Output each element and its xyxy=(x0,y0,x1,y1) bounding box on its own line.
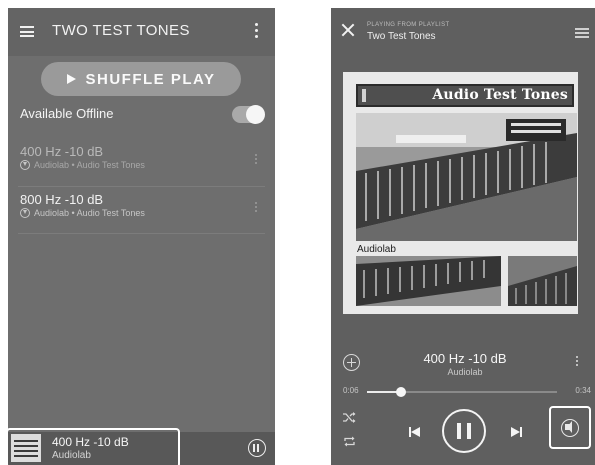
skip-next-icon[interactable] xyxy=(511,426,523,438)
play-icon xyxy=(66,74,76,84)
track-title: 400 Hz -10 dB xyxy=(20,144,104,159)
queue-list-icon[interactable] xyxy=(575,28,589,40)
track-row[interactable]: 400 Hz -10 dB Audiolab • Audio Test Tone… xyxy=(8,139,275,185)
toggle-knob xyxy=(246,105,265,124)
track-title: 800 Hz -10 dB xyxy=(20,192,104,207)
download-icon xyxy=(20,160,30,170)
available-offline-toggle[interactable] xyxy=(232,105,265,124)
highlight-box xyxy=(8,428,180,465)
play-pause-button[interactable] xyxy=(442,409,486,453)
time-elapsed: 0:06 xyxy=(343,386,359,395)
download-icon xyxy=(20,208,30,218)
track-subtitle-text: Audiolab • Audio Test Tones xyxy=(34,160,145,170)
progress-thumb[interactable] xyxy=(396,387,407,397)
track-more-icon[interactable] xyxy=(255,202,257,214)
track-more-icon[interactable] xyxy=(255,154,257,166)
repeat-icon[interactable] xyxy=(343,436,356,447)
track-subtitle: Audiolab • Audio Test Tones xyxy=(20,160,145,170)
mixing-console-image xyxy=(508,256,577,306)
now-playing-artist: Audiolab xyxy=(447,367,483,377)
more-vertical-icon[interactable] xyxy=(255,23,258,41)
progress-bar[interactable] xyxy=(367,387,557,397)
mini-player[interactable]: 400 Hz -10 dB Audiolab xyxy=(8,428,275,465)
now-playing-screen: PLAYING FROM PLAYLIST Two Test Tones Aud… xyxy=(331,8,595,465)
track-subtitle: Audiolab • Audio Test Tones xyxy=(20,208,145,218)
playlist-header: TWO TEST TONES xyxy=(8,8,275,56)
close-icon[interactable] xyxy=(341,23,355,37)
mixing-console-image xyxy=(356,113,577,241)
album-art-title: Audio Test Tones xyxy=(432,87,568,103)
now-playing-title: 400 Hz -10 dB xyxy=(423,351,507,366)
pause-icon xyxy=(457,423,461,439)
track-row[interactable]: 800 Hz -10 dB Audiolab • Audio Test Tone… xyxy=(8,187,275,233)
playlist-screen: TWO TEST TONES SHUFFLE PLAY Available Of… xyxy=(8,8,275,465)
track-subtitle-text: Audiolab • Audio Test Tones xyxy=(34,208,145,218)
add-icon[interactable] xyxy=(343,354,360,371)
time-total: 0:34 xyxy=(575,386,591,395)
menu-icon[interactable] xyxy=(20,26,34,37)
album-art-header: Audio Test Tones xyxy=(356,84,574,107)
connect-device-icon[interactable] xyxy=(561,419,579,437)
shuffle-icon[interactable] xyxy=(343,412,356,423)
playlist-title: TWO TEST TONES xyxy=(52,22,190,39)
more-vertical-icon[interactable] xyxy=(576,356,578,368)
album-art: Audio Test Tones Audiolab xyxy=(343,72,578,314)
playlist-name: Two Test Tones xyxy=(367,31,436,42)
pause-icon[interactable] xyxy=(248,439,266,457)
divider xyxy=(18,233,265,234)
album-art-label: Audiolab xyxy=(357,244,396,255)
shuffle-play-button[interactable]: SHUFFLE PLAY xyxy=(41,62,241,96)
mixing-console-image xyxy=(356,256,501,306)
skip-previous-icon[interactable] xyxy=(409,426,421,438)
playing-from-label: PLAYING FROM PLAYLIST xyxy=(367,22,450,28)
shuffle-play-label: SHUFFLE PLAY xyxy=(85,70,216,88)
available-offline-label: Available Offline xyxy=(20,106,114,121)
